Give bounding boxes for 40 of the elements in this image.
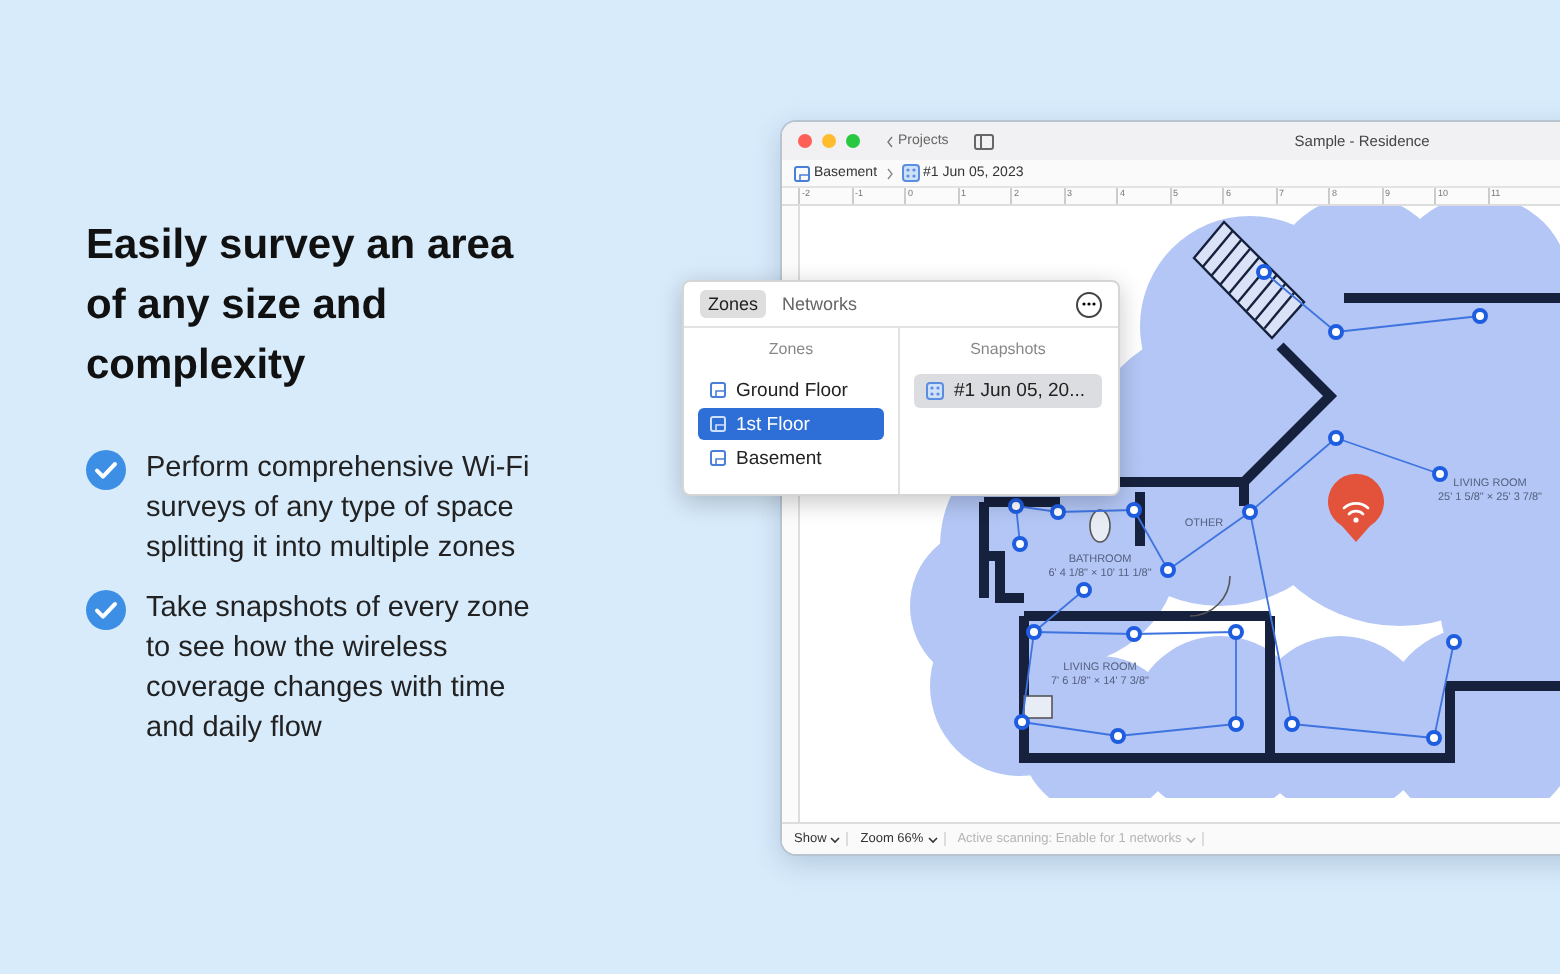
snapshot-icon: [926, 382, 944, 400]
survey-point[interactable]: [1008, 498, 1024, 514]
survey-point[interactable]: [1026, 624, 1042, 640]
caret-icon: [1185, 835, 1196, 843]
checkmark-icon: [86, 590, 126, 630]
document-icon: [710, 450, 726, 466]
sidebar-icon[interactable]: [974, 133, 995, 149]
chevron-icon: [885, 167, 894, 179]
survey-point[interactable]: [1242, 504, 1258, 520]
staircase-drawing: [1192, 220, 1306, 340]
caret-icon: [830, 835, 841, 843]
survey-point[interactable]: [1126, 502, 1142, 518]
zone-item[interactable]: Basement: [698, 442, 884, 474]
zone-item[interactable]: 1st Floor: [698, 408, 884, 440]
caret-icon: [927, 835, 938, 843]
snapshot-item[interactable]: #1 Jun 05, 20...: [914, 374, 1102, 408]
survey-point[interactable]: [1014, 714, 1030, 730]
feature-text: Take snapshots of every zone to see how the wireless coverage changes with time and daily flow: [146, 590, 532, 748]
door-arc-drawing: [1189, 575, 1231, 617]
headline: Easily survey an area of any size and complexity: [86, 220, 516, 392]
chevron-left-icon: [886, 135, 894, 147]
document-icon: [710, 382, 726, 398]
wall: [1135, 492, 1145, 546]
feature-text: Perform comprehensive Wi-Fi surveys of any type of space splitting it into multiple zones: [146, 450, 532, 568]
toilet-icon: [1089, 509, 1111, 543]
survey-point[interactable]: [1050, 504, 1066, 520]
document-icon: [710, 416, 726, 432]
tab[interactable]: Networks: [774, 290, 866, 318]
survey-point[interactable]: [1256, 264, 1272, 280]
snapshot-icon: [901, 164, 920, 182]
close-icon[interactable]: [798, 134, 812, 148]
document-icon: [794, 165, 810, 181]
column-header: Snapshots: [968, 340, 1048, 358]
checkmark-icon: [86, 450, 126, 490]
furniture-icon: [1023, 695, 1053, 719]
column-header: Zones: [766, 340, 816, 358]
more-button[interactable]: [1076, 291, 1102, 317]
zone-item[interactable]: Ground Floor: [698, 374, 884, 406]
router-pin-icon[interactable]: [1328, 473, 1384, 542]
tab[interactable]: Zones: [700, 290, 767, 318]
